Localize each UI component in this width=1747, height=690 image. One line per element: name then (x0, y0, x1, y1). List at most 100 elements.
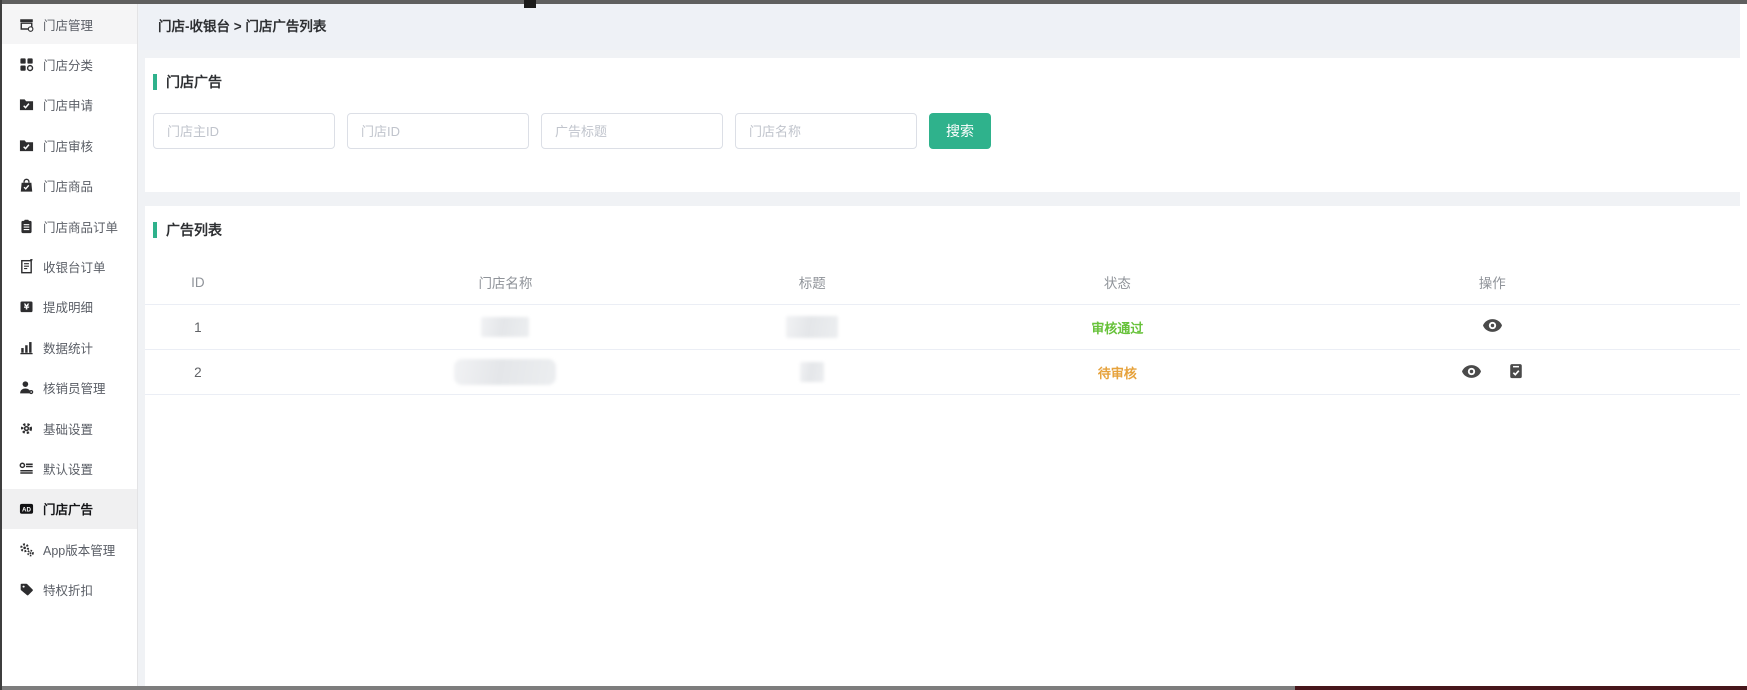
sidebar-item-store-audit[interactable]: 门店审核 (2, 125, 137, 165)
sidebar-item-store-apply[interactable]: 门店申请 (2, 85, 137, 125)
tag-icon (18, 582, 34, 598)
store-id-input[interactable] (347, 113, 529, 149)
cell-store-name (251, 350, 760, 395)
search-button[interactable]: 搜索 (929, 113, 991, 149)
category-grid-icon (18, 57, 34, 73)
sidebar-item-label: App版本管理 (43, 540, 115, 559)
col-header-title: 标题 (760, 260, 864, 305)
col-header-status: 状态 (864, 260, 1370, 305)
sidebar-item-store-ads[interactable]: AD 门店广告 (2, 489, 137, 529)
cell-actions (1371, 350, 1615, 395)
search-filters: 搜索 (153, 113, 1747, 149)
receipt-icon (18, 259, 34, 275)
sidebar-item-label: 提成明细 (43, 297, 93, 316)
table-header-row: ID 门店名称 标题 状态 操作 (145, 260, 1747, 305)
person-gear-icon (18, 380, 34, 396)
ad-badge-icon: AD (18, 501, 34, 517)
storefront-icon (18, 16, 34, 32)
ad-table: ID 门店名称 标题 状态 操作 1 审核通过 (145, 260, 1747, 395)
table-row: 2 待审核 (145, 350, 1747, 395)
ad-list-card: 广告列表 ID 门店名称 标题 状态 操作 1 审核通过 (145, 206, 1747, 686)
search-card: 门店广告 搜索 (145, 58, 1747, 192)
svg-text:¥: ¥ (23, 303, 29, 312)
bag-check-icon (18, 178, 34, 194)
store-owner-id-input[interactable] (153, 113, 335, 149)
clipboard-lines-icon (18, 218, 34, 234)
double-gear-icon (18, 541, 34, 557)
cell-filler (1614, 350, 1747, 395)
main-content: 门店-收银台 > 门店广告列表 门店广告 搜索 广告列表 ID 门店名称 标题 (139, 4, 1747, 686)
sidebar-item-label: 收银台订单 (43, 257, 106, 276)
sidebar-item-default-settings[interactable]: 默认设置 (2, 448, 137, 488)
redacted-ad-title (786, 316, 838, 338)
cell-status: 审核通过 (864, 305, 1370, 350)
col-header-store-name: 门店名称 (251, 260, 760, 305)
cell-id: 1 (145, 305, 251, 350)
gear-icon (18, 420, 34, 436)
sidebar-item-label: 数据统计 (43, 338, 93, 357)
sidebar-item-label: 门店管理 (43, 15, 93, 34)
sidebar-item-label: 门店申请 (43, 95, 93, 114)
sidebar-item-label: 门店商品订单 (43, 217, 118, 236)
svg-text:AD: AD (22, 507, 31, 514)
sidebar: 门店管理 门店分类 门店申请 门店审核 门店商品 门店商品订单 (2, 4, 138, 686)
cell-title (760, 305, 864, 350)
sidebar-item-app-version[interactable]: App版本管理 (2, 529, 137, 569)
sidebar-item-store-goods[interactable]: 门店商品 (2, 166, 137, 206)
redacted-store-name (454, 359, 556, 385)
redacted-store-name (481, 317, 529, 337)
sidebar-item-label: 默认设置 (43, 459, 93, 478)
sidebar-item-data-statistics[interactable]: 数据统计 (2, 327, 137, 367)
store-name-input[interactable] (735, 113, 917, 149)
window-bottom-edge-accent (1295, 686, 1747, 690)
breadcrumb-text: 门店-收银台 > 门店广告列表 (158, 19, 326, 34)
sidebar-item-basic-settings[interactable]: 基础设置 (2, 408, 137, 448)
view-eye-icon[interactable] (1483, 319, 1502, 332)
ad-list-title-text: 广告列表 (166, 220, 222, 240)
breadcrumb: 门店-收银台 > 门店广告列表 (139, 4, 1747, 50)
cell-id: 2 (145, 350, 251, 395)
cell-filler (1614, 305, 1747, 350)
sidebar-item-store-management[interactable]: 门店管理 (2, 4, 137, 44)
sidebar-item-label: 基础设置 (43, 419, 93, 438)
sidebar-item-store-category[interactable]: 门店分类 (2, 44, 137, 84)
title-accent-bar (153, 222, 157, 238)
sidebar-item-label: 特权折扣 (43, 580, 93, 599)
sidebar-item-label: 门店审核 (43, 136, 93, 155)
ad-list-title: 广告列表 (145, 206, 1747, 240)
window-top-edge (0, 0, 1747, 4)
folder-check-icon (18, 97, 34, 113)
sidebar-item-label: 核销员管理 (43, 378, 106, 397)
vertical-scrollbar[interactable] (1740, 4, 1747, 686)
sliders-icon (18, 460, 34, 476)
wallet-yen-icon: ¥ (18, 299, 34, 315)
status-badge: 审核通过 (1091, 321, 1143, 336)
sidebar-item-commission-detail[interactable]: ¥ 提成明细 (2, 287, 137, 327)
sidebar-item-store-goods-orders[interactable]: 门店商品订单 (2, 206, 137, 246)
status-badge: 待审核 (1098, 366, 1137, 381)
title-accent-bar (153, 74, 157, 90)
view-eye-icon[interactable] (1462, 365, 1481, 378)
audit-clipboard-check-icon[interactable] (1509, 363, 1523, 379)
table-row: 1 审核通过 (145, 305, 1747, 350)
window-top-notch (524, 0, 536, 8)
bar-chart-icon (18, 339, 34, 355)
search-card-title: 门店广告 (145, 58, 1747, 92)
cell-actions (1371, 305, 1615, 350)
col-header-filler (1614, 260, 1747, 305)
cell-title (760, 350, 864, 395)
search-card-title-text: 门店广告 (166, 72, 222, 92)
col-header-action: 操作 (1371, 260, 1615, 305)
sidebar-item-cashier-orders[interactable]: 收银台订单 (2, 246, 137, 286)
cell-store-name (251, 305, 760, 350)
sidebar-item-verifier-management[interactable]: 核销员管理 (2, 368, 137, 408)
folder-check-icon (18, 137, 34, 153)
window-bottom-edge (0, 686, 1747, 690)
sidebar-item-privilege-discount[interactable]: 特权折扣 (2, 569, 137, 609)
sidebar-item-label: 门店商品 (43, 176, 93, 195)
col-header-id: ID (145, 260, 251, 305)
ad-title-input[interactable] (541, 113, 723, 149)
window-left-edge (0, 0, 2, 690)
sidebar-item-label: 门店分类 (43, 55, 93, 74)
redacted-ad-title (800, 362, 824, 382)
